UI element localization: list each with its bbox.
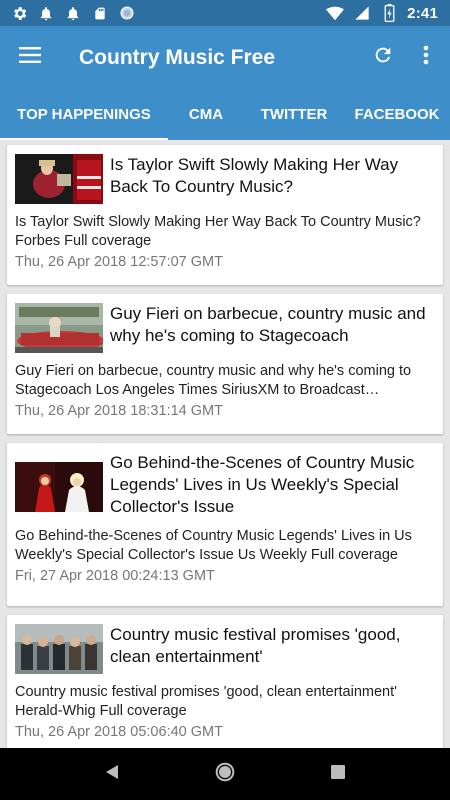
- status-right-icons: 2:41: [326, 4, 438, 22]
- news-date: Fri, 27 Apr 2018 00:24:13 GMT: [15, 568, 215, 584]
- navigation-bar: [0, 748, 450, 800]
- tab-bar: TOP HAPPENINGS CMA TWITTER FACEBOOK: [0, 89, 450, 140]
- news-card[interactable]: Guy Fieri on barbecue, country music and…: [7, 294, 443, 434]
- notification-bell-icon: [37, 4, 55, 22]
- news-description: Go Behind-the-Scenes of Country Music Le…: [15, 528, 412, 563]
- news-thumbnail: [15, 303, 103, 353]
- news-date: Thu, 26 Apr 2018 05:06:40 GMT: [15, 724, 223, 740]
- news-date: Thu, 26 Apr 2018 18:31:14 GMT: [15, 403, 223, 419]
- news-description: Country music festival promises 'good, c…: [15, 684, 397, 719]
- news-title[interactable]: Is Taylor Swift Slowly Making Her Way Ba…: [110, 154, 433, 204]
- news-date: Thu, 26 Apr 2018 12:57:07 GMT: [15, 254, 223, 270]
- sync-circle-icon: [118, 4, 136, 22]
- back-icon: [105, 764, 119, 785]
- tab-twitter[interactable]: TWITTER: [244, 89, 344, 140]
- cellular-signal-icon: [353, 4, 371, 22]
- settings-icon: [10, 4, 28, 22]
- refresh-button[interactable]: [360, 26, 406, 89]
- wifi-icon: [326, 4, 345, 22]
- menu-button[interactable]: [0, 26, 60, 89]
- status-bar: 2:41: [0, 0, 450, 26]
- back-button[interactable]: [92, 754, 132, 794]
- status-left-icons: [10, 4, 136, 22]
- news-card[interactable]: Go Behind-the-Scenes of Country Music Le…: [7, 443, 443, 606]
- battery-charging-icon: [380, 4, 398, 22]
- tab-facebook[interactable]: FACEBOOK: [344, 89, 450, 140]
- tab-top-happenings[interactable]: TOP HAPPENINGS: [0, 89, 168, 140]
- news-card[interactable]: Is Taylor Swift Slowly Making Her Way Ba…: [7, 145, 443, 285]
- app-title: Country Music Free: [79, 45, 276, 69]
- home-button[interactable]: [205, 754, 245, 794]
- news-description: Guy Fieri on barbecue, country music and…: [15, 363, 412, 398]
- home-icon: [215, 762, 235, 787]
- news-thumbnail: [15, 154, 103, 204]
- app-bar: Country Music Free: [0, 26, 450, 89]
- menu-icon: [19, 47, 41, 68]
- news-card[interactable]: Country music festival promises 'good, c…: [7, 615, 443, 748]
- news-thumbnail: [15, 624, 103, 674]
- news-title[interactable]: Go Behind-the-Scenes of Country Music Le…: [110, 452, 433, 518]
- recents-icon: [331, 764, 346, 784]
- sd-card-icon: [91, 4, 109, 22]
- status-time: 2:41: [407, 4, 438, 22]
- news-title[interactable]: Guy Fieri on barbecue, country music and…: [110, 303, 433, 353]
- news-thumbnail: [15, 462, 103, 512]
- news-feed[interactable]: Is Taylor Swift Slowly Making Her Way Ba…: [0, 140, 450, 748]
- recents-button[interactable]: [318, 754, 358, 794]
- news-title[interactable]: Country music festival promises 'good, c…: [110, 624, 433, 674]
- overflow-menu-button[interactable]: [406, 26, 446, 89]
- tab-cma[interactable]: CMA: [168, 89, 244, 140]
- refresh-icon: [372, 44, 394, 71]
- news-description: Is Taylor Swift Slowly Making Her Way Ba…: [15, 214, 421, 249]
- more-vert-icon: [423, 45, 429, 70]
- notification-bell-icon: [64, 4, 82, 22]
